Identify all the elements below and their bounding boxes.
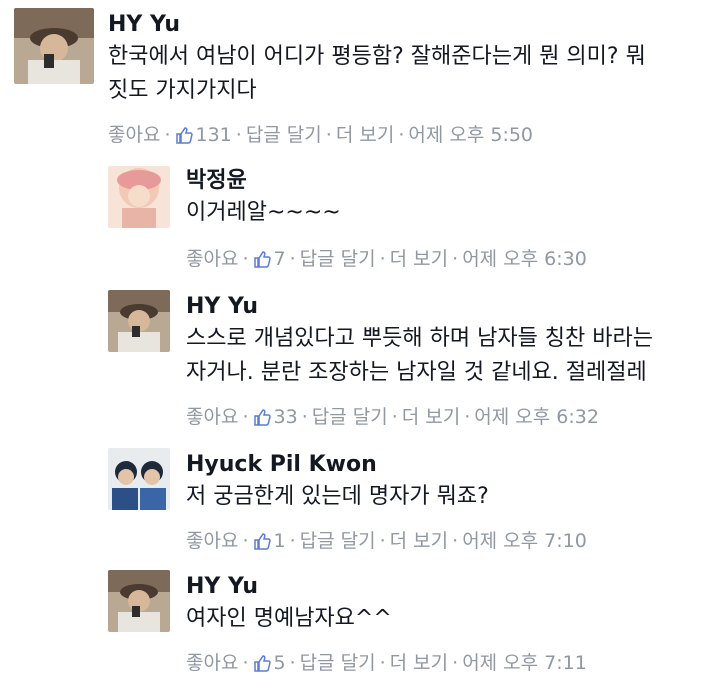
comment-actions: 좋아요 · 33 · 답글 달기 · 더 보기 · 어제 오후 6:32	[186, 404, 599, 429]
comment-text: 이거레알~~~~	[186, 196, 341, 230]
more-button[interactable]: 더 보기	[336, 123, 394, 147]
reply-button[interactable]: 답글 달기	[300, 651, 376, 675]
profile-photo	[14, 8, 94, 84]
comment-author[interactable]: Hyuck Pil Kwon	[186, 452, 377, 478]
like-count[interactable]: 1	[274, 529, 286, 553]
comment-author[interactable]: HY Yu	[186, 294, 258, 320]
comment-text: 한국에서 여남이 어디가 평등함? 잘해준다는게 뭔 의미? 뭐 짓도 가지가지…	[108, 40, 646, 108]
comment: HY Yu 한국에서 여남이 어디가 평등함? 잘해준다는게 뭔 의미? 뭐 짓…	[14, 8, 720, 148]
like-button[interactable]: 좋아요	[186, 405, 238, 429]
comment-text: 저 궁금한게 있는데 명자가 뭐죠?	[186, 480, 489, 514]
comment-author[interactable]: 박정윤	[186, 168, 247, 194]
separator-dot: ·	[242, 529, 249, 552]
comment-text-line: 이거레알~~~~	[186, 200, 341, 225]
reply-button[interactable]: 답글 달기	[300, 247, 376, 271]
separator-dot: ·	[379, 651, 386, 674]
separator-dot: ·	[289, 247, 296, 270]
like-count[interactable]: 7	[274, 247, 286, 271]
separator-dot: ·	[242, 405, 249, 428]
separator-dot: ·	[289, 651, 296, 674]
separator-dot: ·	[379, 247, 386, 270]
comment-text-line: 저 궁금한게 있는데 명자가 뭐죠?	[186, 484, 489, 509]
comment-author[interactable]: HY Yu	[108, 12, 180, 38]
comment-text-line: 한국에서 여남이 어디가 평등함? 잘해준다는게 뭔 의미? 뭐	[108, 44, 646, 69]
profile-photo	[108, 290, 170, 352]
reply-comment: Hyuck Pil Kwon 저 궁금한게 있는데 명자가 뭐죠? 좋아요 · 1 ·…	[108, 448, 720, 558]
comment-actions: 좋아요 · 131 · 답글 달기 · 더 보기 · 어제 오후 5:50	[108, 122, 533, 147]
comment-text: 스스로 개념있다고 뿌듯해 하며 남자들 칭찬 바라는 자거나. 분란 조장하는…	[186, 322, 653, 390]
like-button[interactable]: 좋아요	[186, 651, 238, 675]
separator-dot: ·	[235, 123, 242, 146]
comment-text: 여자인 명예남자요^^	[186, 602, 392, 636]
more-button[interactable]: 더 보기	[390, 247, 448, 271]
separator-dot: ·	[242, 247, 249, 270]
separator-dot: ·	[464, 405, 471, 428]
separator-dot: ·	[289, 529, 296, 552]
separator-dot: ·	[164, 123, 171, 146]
comment-text-line: 짓도 가지가지다	[108, 78, 257, 103]
like-count[interactable]: 5	[274, 651, 286, 675]
thumbs-up-icon	[253, 654, 271, 672]
like-button[interactable]: 좋아요	[186, 247, 238, 271]
separator-dot: ·	[242, 651, 249, 674]
thumbs-up-icon	[253, 250, 271, 268]
avatar[interactable]	[108, 448, 170, 510]
avatar[interactable]	[14, 8, 94, 84]
reply-comment: HY Yu 여자인 명예남자요^^ 좋아요 · 5 · 답글 달기 · 더 보기 · 어제 오후…	[108, 570, 720, 680]
timestamp[interactable]: 어제 오후 7:11	[462, 651, 587, 675]
comment-text-line: 자거나. 분란 조장하는 남자일 것 같네요. 절레절레	[186, 360, 647, 385]
more-button[interactable]: 더 보기	[390, 529, 448, 553]
timestamp[interactable]: 어제 오후 7:10	[462, 529, 587, 553]
avatar[interactable]	[108, 166, 170, 228]
separator-dot: ·	[452, 529, 459, 552]
comment-actions: 좋아요 · 5 · 답글 달기 · 더 보기 · 어제 오후 7:11	[186, 650, 587, 675]
reply-button[interactable]: 답글 달기	[246, 123, 322, 147]
separator-dot: ·	[391, 405, 398, 428]
reply-comment: HY Yu 스스로 개념있다고 뿌듯해 하며 남자들 칭찬 바라는 자거나. 분…	[108, 290, 720, 430]
separator-dot: ·	[452, 651, 459, 674]
separator-dot: ·	[452, 247, 459, 270]
thumbs-up-icon	[253, 408, 271, 426]
separator-dot: ·	[398, 123, 405, 146]
separator-dot: ·	[379, 529, 386, 552]
reply-comment: 박정윤 이거레알~~~~ 좋아요 · 7 · 답글 달기 · 더 보기 · 어제 오후 6:30	[108, 166, 720, 276]
comment-author[interactable]: HY Yu	[186, 574, 258, 600]
timestamp[interactable]: 어제 오후 5:50	[408, 123, 533, 147]
comment-text-line: 스스로 개념있다고 뿌듯해 하며 남자들 칭찬 바라는	[186, 326, 654, 351]
comment-text-line: 여자인 명예남자요^^	[186, 606, 392, 631]
more-button[interactable]: 더 보기	[402, 405, 460, 429]
thumbs-up-icon	[175, 126, 193, 144]
reply-button[interactable]: 답글 달기	[312, 405, 388, 429]
like-button[interactable]: 좋아요	[108, 123, 160, 147]
profile-photo	[108, 166, 170, 228]
avatar[interactable]	[108, 570, 170, 632]
separator-dot: ·	[325, 123, 332, 146]
like-count[interactable]: 33	[274, 405, 298, 429]
like-button[interactable]: 좋아요	[186, 529, 238, 553]
timestamp[interactable]: 어제 오후 6:32	[474, 405, 599, 429]
comment-actions: 좋아요 · 1 · 답글 달기 · 더 보기 · 어제 오후 7:10	[186, 528, 587, 553]
separator-dot: ·	[301, 405, 308, 428]
reply-button[interactable]: 답글 달기	[300, 529, 376, 553]
profile-photo	[108, 570, 170, 632]
thumbs-up-icon	[253, 532, 271, 550]
profile-photo	[108, 448, 170, 510]
comment-actions: 좋아요 · 7 · 답글 달기 · 더 보기 · 어제 오후 6:30	[186, 246, 587, 271]
avatar[interactable]	[108, 290, 170, 352]
more-button[interactable]: 더 보기	[390, 651, 448, 675]
timestamp[interactable]: 어제 오후 6:30	[462, 247, 587, 271]
like-count[interactable]: 131	[196, 123, 232, 147]
